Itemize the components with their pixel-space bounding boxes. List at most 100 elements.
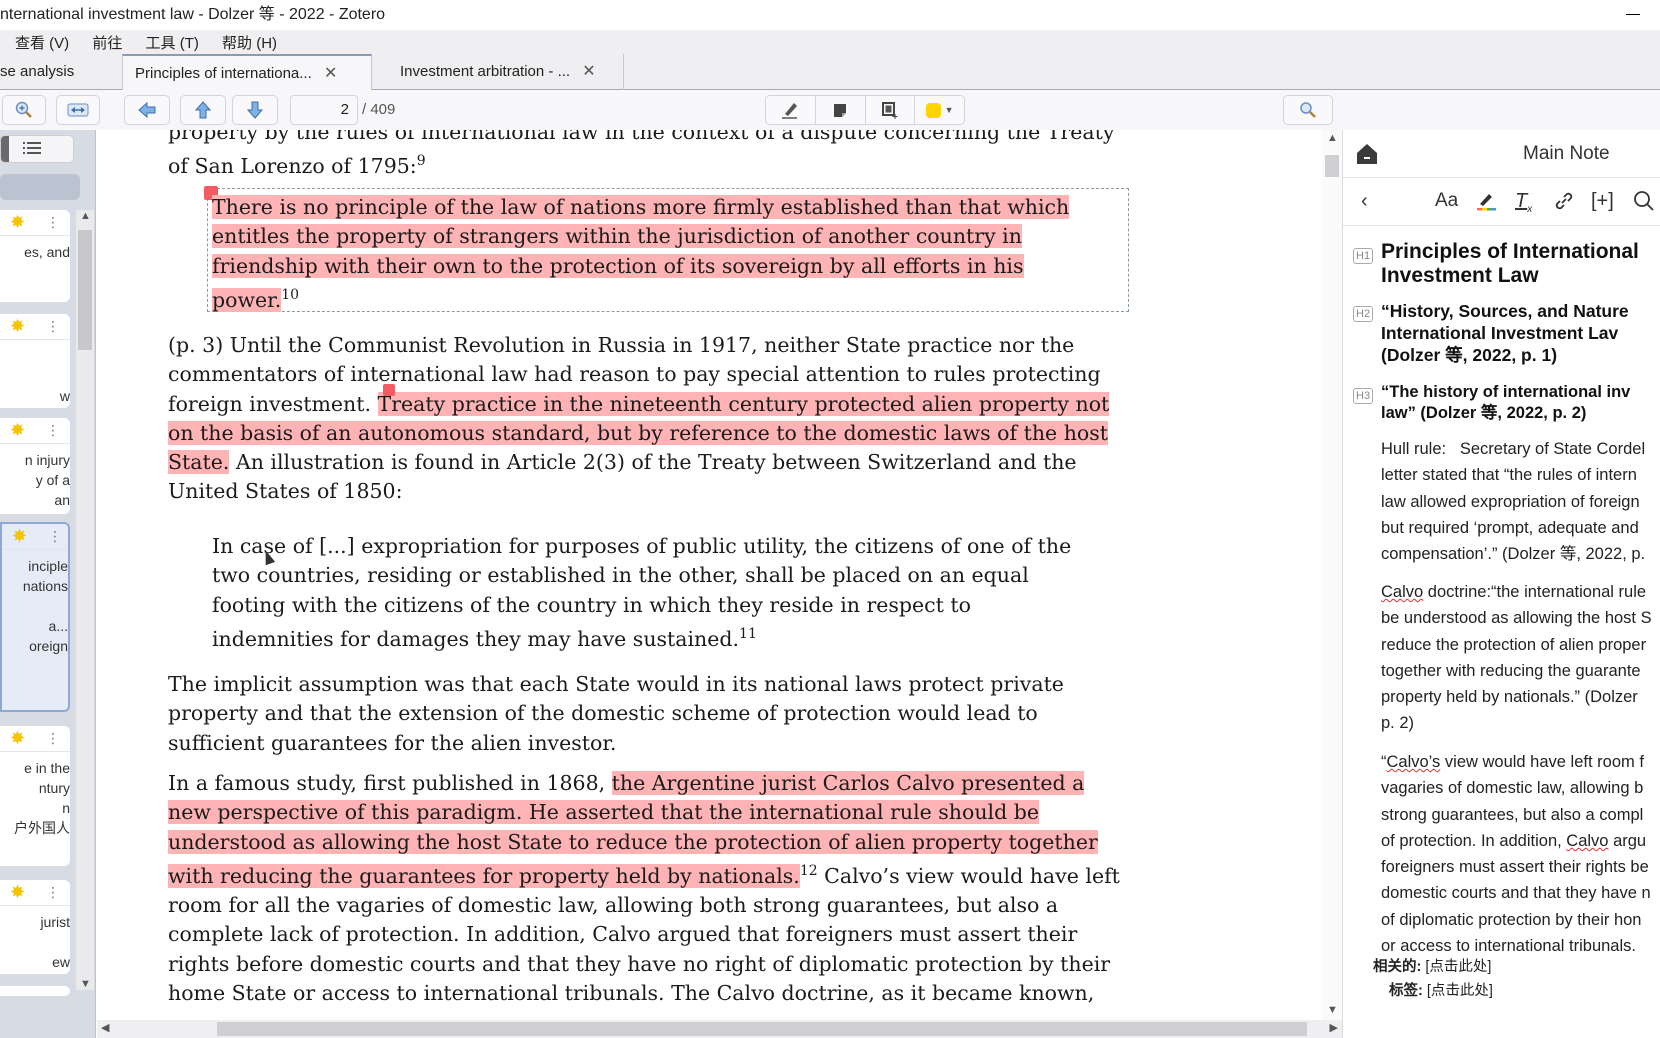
note-text: view would have left room f <box>1440 753 1644 771</box>
related-row: 相关的: [点击此处] <box>1373 954 1491 980</box>
pdf-page-view[interactable]: property by the rules of international l… <box>97 130 1322 1020</box>
annotation-search-input[interactable] <box>0 174 80 200</box>
highlight-text[interactable]: There is no principle of the law of nati… <box>212 195 1070 219</box>
back-button[interactable] <box>124 95 170 125</box>
highlight-tool-button[interactable] <box>766 96 816 124</box>
highlight-text[interactable]: power. <box>212 287 282 312</box>
minimize-button[interactable] <box>1626 14 1640 15</box>
tab-case-analysis[interactable]: se analysis <box>0 54 86 91</box>
tags-link[interactable]: [点击此处] <box>1427 983 1493 999</box>
find-button[interactable] <box>1283 95 1333 125</box>
link-button[interactable] <box>1553 190 1575 218</box>
home-icon[interactable] <box>1355 142 1379 166</box>
note-paragraph-hull-rule: Hull rule: Secretary of State Cordel let… <box>1381 440 1646 564</box>
scroll-left-icon[interactable]: ◀ <box>101 1021 109 1034</box>
note-search-button[interactable] <box>1633 190 1655 218</box>
area-select-icon <box>881 102 898 119</box>
menu-view[interactable]: 查看 (V) <box>15 35 69 52</box>
fit-width-button[interactable] <box>56 95 100 125</box>
footnote-ref[interactable]: 11 <box>739 626 757 642</box>
note-tool-button[interactable] <box>816 96 866 124</box>
highlight-text[interactable]: the Argentine jurist Carlos Calvo presen… <box>611 771 1085 795</box>
scroll-up-icon[interactable]: ▲ <box>1327 132 1338 144</box>
doc-text: In a famous study, first published in 18… <box>168 771 612 795</box>
menu-tools[interactable]: 工具 (T) <box>146 35 199 52</box>
annotation-card-selected[interactable]: ✸ ⋮ inciple nations a... oreign <box>0 522 70 712</box>
note-icon <box>834 104 847 117</box>
highlight-pen-button[interactable] <box>1475 190 1497 218</box>
tab-investment-arbitration[interactable]: Investment arbitration - ... ✕ <box>388 54 624 91</box>
annotation-card[interactable]: ✸ ⋮ w <box>0 314 70 408</box>
scroll-up-icon[interactable]: ▲ <box>80 210 91 222</box>
more-options-icon[interactable]: ⋮ <box>46 213 60 231</box>
doc-text: complete lack of protection. In addition… <box>168 922 1078 947</box>
zoom-in-button[interactable] <box>2 95 46 125</box>
list-icon <box>23 142 41 154</box>
outline-view-button[interactable] <box>21 139 43 162</box>
highlight-text[interactable]: entitles the property of strangers withi… <box>212 224 1022 249</box>
annotation-card[interactable]: ✸ ⋮ es, and <box>0 210 70 302</box>
note-header: Main Note <box>1343 130 1660 178</box>
clear-format-button[interactable]: Tx <box>1515 190 1532 215</box>
tags-label: 标签: <box>1389 983 1423 999</box>
highlight-text[interactable]: friendship with their own to the protect… <box>212 253 1024 278</box>
highlighter-icon <box>782 103 798 119</box>
page-total: / 409 <box>362 101 396 118</box>
tab-label: Principles of internationa... <box>135 65 312 82</box>
annotation-card[interactable]: ✸ ⋮ jurist ew <box>0 880 70 974</box>
color-picker-button[interactable]: ▼ <box>915 96 964 124</box>
annotation-comment-icon[interactable] <box>383 384 395 396</box>
back-chevron-icon[interactable]: ‹ <box>1361 190 1368 213</box>
horizontal-scrollbar-thumb[interactable] <box>217 1022 1307 1036</box>
annotation-card-header: ✸ ⋮ <box>0 210 70 236</box>
more-options-icon[interactable]: ⋮ <box>48 527 62 545</box>
insert-citation-button[interactable]: [+] <box>1591 190 1614 213</box>
close-icon[interactable]: ✕ <box>324 65 337 82</box>
close-icon[interactable]: ✕ <box>582 63 595 80</box>
annotation-text: inciple nations a... oreign <box>22 558 68 654</box>
highlight-text[interactable]: with reducing the guarantees for propert… <box>168 863 800 888</box>
note-paragraph-calvo-doctrine: Calvo doctrine:“the international rule b… <box>1381 579 1652 737</box>
menu-help[interactable]: 帮助 (H) <box>222 35 277 52</box>
scroll-down-icon[interactable]: ▼ <box>1327 1004 1338 1016</box>
annotation-card[interactable]: ✸ ⋮ n injury y of a an <box>0 418 70 514</box>
more-options-icon[interactable]: ⋮ <box>46 729 60 747</box>
scroll-down-icon[interactable]: ▼ <box>80 978 91 990</box>
thumbnails-view-button[interactable] <box>1 136 9 162</box>
horizontal-scrollbar[interactable]: ◀ ▶ <box>97 1020 1342 1038</box>
highlight-text[interactable]: State. <box>168 450 230 475</box>
tab-label: Investment arbitration - ... <box>400 63 571 80</box>
footnote-ref[interactable]: 12 <box>800 863 818 879</box>
footnote-ref[interactable]: 10 <box>281 287 299 303</box>
text-format-button[interactable]: Aa <box>1435 190 1458 212</box>
more-options-icon[interactable]: ⋮ <box>46 883 60 901</box>
doc-line: property by the rules of international l… <box>168 130 1115 144</box>
annotation-card[interactable]: ✸ ⋮ e in the ntury n 户外国人 <box>0 726 70 866</box>
annotation-card-header: ✸ ⋮ <box>0 314 70 340</box>
spellcheck-word: Calvo <box>1566 831 1609 850</box>
document-scrollbar[interactable]: ▲ ▼ <box>1322 130 1342 1020</box>
footnote-ref[interactable]: 9 <box>417 153 426 169</box>
doc-text: sufficient guarantees for the alien inve… <box>168 730 617 755</box>
sidebar-scrollbar-thumb[interactable] <box>78 230 92 350</box>
more-options-icon[interactable]: ⋮ <box>46 421 60 439</box>
highlight-text[interactable]: on the basis of an autonomous standard, … <box>168 420 1108 445</box>
highlight-text[interactable]: understood as allowing the host State to… <box>168 829 1098 854</box>
next-page-button[interactable] <box>232 95 278 125</box>
document-scrollbar-thumb[interactable] <box>1325 155 1339 177</box>
area-tool-button[interactable] <box>866 96 916 124</box>
menu-go[interactable]: 前往 <box>92 35 122 52</box>
note-heading-2: “History, Sources, and Nature Internatio… <box>1381 301 1629 365</box>
doc-text: foreign investment. <box>168 391 378 416</box>
annotation-card[interactable] <box>0 986 70 996</box>
previous-page-button[interactable] <box>180 95 226 125</box>
annotation-tools: ▼ <box>765 95 965 125</box>
highlight-text[interactable]: Treaty practice in the nineteenth centur… <box>377 391 1110 416</box>
page-number-input[interactable]: 2 <box>290 95 358 125</box>
scroll-right-icon[interactable]: ▶ <box>1330 1021 1338 1034</box>
related-link[interactable]: [点击此处] <box>1425 959 1491 975</box>
sidebar-scrollbar[interactable]: ▲ ▼ <box>76 210 94 990</box>
tab-principles[interactable]: Principles of internationa... ✕ <box>122 54 372 91</box>
more-options-icon[interactable]: ⋮ <box>46 317 60 335</box>
highlight-text[interactable]: new perspective of this paradigm. He ass… <box>168 800 1039 825</box>
